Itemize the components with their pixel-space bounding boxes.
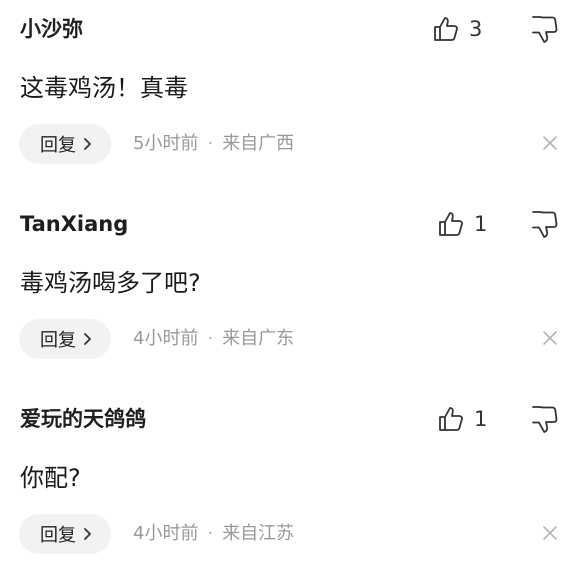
like-button[interactable]: 1 bbox=[437, 207, 487, 241]
comment-username[interactable]: TanXiang bbox=[20, 209, 128, 239]
thumbs-down-icon bbox=[532, 211, 558, 238]
like-count: 3 bbox=[469, 17, 483, 41]
chevron-right-icon bbox=[84, 138, 91, 150]
reply-button[interactable]: 回复 bbox=[19, 514, 111, 554]
comment-location: 来自江苏 bbox=[222, 523, 295, 544]
comment-content: 这毒鸡汤！真毒 bbox=[20, 74, 188, 102]
close-button[interactable] bbox=[541, 524, 559, 542]
dislike-button[interactable] bbox=[529, 403, 559, 435]
chevron-right-icon bbox=[84, 333, 91, 345]
meta-separator: · bbox=[207, 523, 214, 544]
dislike-button[interactable] bbox=[529, 13, 559, 45]
close-icon bbox=[543, 526, 557, 540]
close-button[interactable] bbox=[541, 329, 559, 347]
comment-location: 来自广东 bbox=[222, 328, 295, 349]
comment-time: 5小时前 bbox=[133, 133, 199, 154]
comment-meta: 4小时前 · 来自江苏 bbox=[133, 519, 294, 549]
dislike-button[interactable] bbox=[529, 208, 559, 240]
comment-meta: 5小时前 · 来自广西 bbox=[133, 129, 294, 159]
reply-label: 回复 bbox=[40, 330, 76, 351]
thumbs-down-icon bbox=[532, 16, 558, 43]
comment-content: 毒鸡汤喝多了吧? bbox=[20, 269, 201, 297]
comment-time: 4小时前 bbox=[133, 328, 199, 349]
reply-label: 回复 bbox=[40, 135, 76, 156]
close-button[interactable] bbox=[541, 134, 559, 152]
comment-username[interactable]: 小沙弥 bbox=[20, 14, 83, 44]
like-button[interactable]: 3 bbox=[432, 12, 482, 46]
thumbs-up-icon bbox=[434, 17, 458, 41]
reply-label: 回复 bbox=[40, 525, 76, 546]
comment-item: 小沙弥 3 这毒鸡汤！真毒 回复 5小时前 · 来自广西 bbox=[0, 0, 585, 190]
comment-item: 爱玩的天鸽鸽 1 你配? 回复 4小时前 · 来自江苏 bbox=[0, 390, 585, 580]
meta-separator: · bbox=[207, 328, 214, 349]
thumbs-down-icon bbox=[532, 406, 558, 433]
comment-username[interactable]: 爱玩的天鸽鸽 bbox=[20, 404, 146, 434]
reply-button[interactable]: 回复 bbox=[19, 124, 111, 164]
chevron-right-icon bbox=[84, 528, 91, 540]
like-count: 1 bbox=[474, 407, 488, 431]
like-count: 1 bbox=[474, 212, 488, 236]
comment-content: 你配? bbox=[20, 464, 81, 492]
comment-location: 来自广西 bbox=[222, 133, 295, 154]
close-icon bbox=[543, 331, 557, 345]
close-icon bbox=[543, 136, 557, 150]
like-button[interactable]: 1 bbox=[437, 402, 487, 436]
thumbs-up-icon bbox=[439, 212, 463, 236]
comment-time: 4小时前 bbox=[133, 523, 199, 544]
thumbs-up-icon bbox=[439, 407, 463, 431]
comment-item: TanXiang 1 毒鸡汤喝多了吧? 回复 4小时前 · 来自广东 bbox=[0, 195, 585, 385]
meta-separator: · bbox=[207, 133, 214, 154]
comment-meta: 4小时前 · 来自广东 bbox=[133, 324, 294, 354]
reply-button[interactable]: 回复 bbox=[19, 319, 111, 359]
